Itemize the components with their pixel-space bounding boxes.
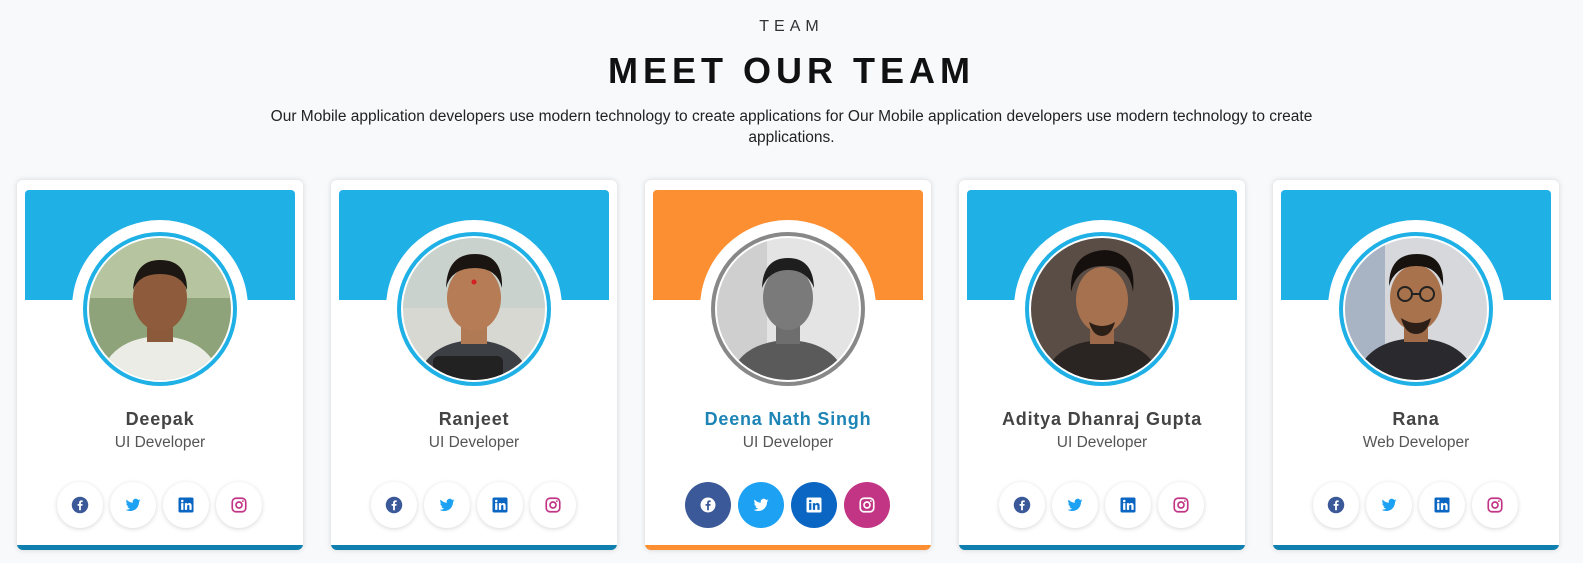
twitter-button[interactable] (738, 482, 784, 528)
linkedin-button[interactable] (1105, 482, 1151, 528)
instagram-button[interactable] (530, 482, 576, 528)
member-role: UI Developer (114, 434, 206, 451)
linkedin-icon (1433, 496, 1451, 514)
card-bottom-bar (645, 545, 931, 550)
linkedin-button[interactable] (1419, 482, 1465, 528)
twitter-icon (438, 496, 456, 514)
linkedin-button[interactable] (477, 482, 523, 528)
instagram-icon (858, 496, 876, 514)
instagram-icon (544, 496, 562, 514)
avatar (403, 238, 545, 380)
linkedin-icon (177, 496, 195, 514)
instagram-button[interactable] (216, 482, 262, 528)
member-role: Web Developer (1362, 434, 1470, 451)
twitter-icon (124, 496, 142, 514)
twitter-button[interactable] (1366, 482, 1412, 528)
facebook-icon (1013, 496, 1031, 514)
linkedin-button[interactable] (163, 482, 209, 528)
social-links (57, 482, 267, 528)
member-role: UI Developer (1056, 434, 1148, 451)
facebook-button[interactable] (685, 482, 731, 528)
instagram-button[interactable] (1158, 482, 1204, 528)
facebook-button[interactable] (371, 482, 417, 528)
member-name: Rana (1392, 409, 1440, 429)
instagram-button[interactable] (1472, 482, 1518, 528)
linkedin-button[interactable] (791, 482, 837, 528)
social-links (685, 482, 895, 528)
twitter-button[interactable] (1052, 482, 1098, 528)
team-card: Aditya Dhanraj Gupta UI Developer (959, 180, 1245, 550)
card-bottom-bar (17, 545, 303, 550)
social-links (999, 482, 1209, 528)
instagram-icon (230, 496, 248, 514)
card-bottom-bar (1273, 545, 1559, 550)
member-name: Deepak (125, 409, 195, 429)
instagram-icon (1172, 496, 1190, 514)
team-card: Deena Nath Singh UI Developer (645, 180, 931, 550)
facebook-button[interactable] (57, 482, 103, 528)
facebook-icon (699, 496, 717, 514)
section-eyebrow: TEAM (759, 18, 824, 35)
instagram-button[interactable] (844, 482, 890, 528)
twitter-icon (1380, 496, 1398, 514)
member-name: Aditya Dhanraj Gupta (1001, 409, 1203, 429)
facebook-button[interactable] (999, 482, 1045, 528)
facebook-icon (1327, 496, 1345, 514)
social-links (1313, 482, 1523, 528)
facebook-button[interactable] (1313, 482, 1359, 528)
member-role: UI Developer (428, 434, 520, 451)
member-name: Deena Nath Singh (704, 409, 872, 429)
card-bottom-bar (331, 545, 617, 550)
team-card: Deepak UI Developer (17, 180, 303, 550)
linkedin-icon (805, 496, 823, 514)
linkedin-icon (1119, 496, 1137, 514)
twitter-button[interactable] (110, 482, 156, 528)
facebook-icon (385, 496, 403, 514)
team-card: Rana Web Developer (1273, 180, 1559, 550)
section-title: MEET OUR TEAM (608, 50, 975, 91)
twitter-icon (752, 496, 770, 514)
team-card: Ranjeet UI Developer (331, 180, 617, 550)
twitter-button[interactable] (424, 482, 470, 528)
instagram-icon (1486, 496, 1504, 514)
avatar (1031, 238, 1173, 380)
avatar (89, 238, 231, 380)
section-subtitle: Our Mobile application developers use mo… (270, 108, 1313, 146)
linkedin-icon (491, 496, 509, 514)
member-name: Ranjeet (438, 409, 510, 429)
card-bottom-bar (959, 545, 1245, 550)
member-role: UI Developer (742, 434, 834, 451)
avatar (1345, 238, 1487, 380)
twitter-icon (1066, 496, 1084, 514)
avatar (717, 238, 859, 380)
social-links (371, 482, 581, 528)
facebook-icon (71, 496, 89, 514)
